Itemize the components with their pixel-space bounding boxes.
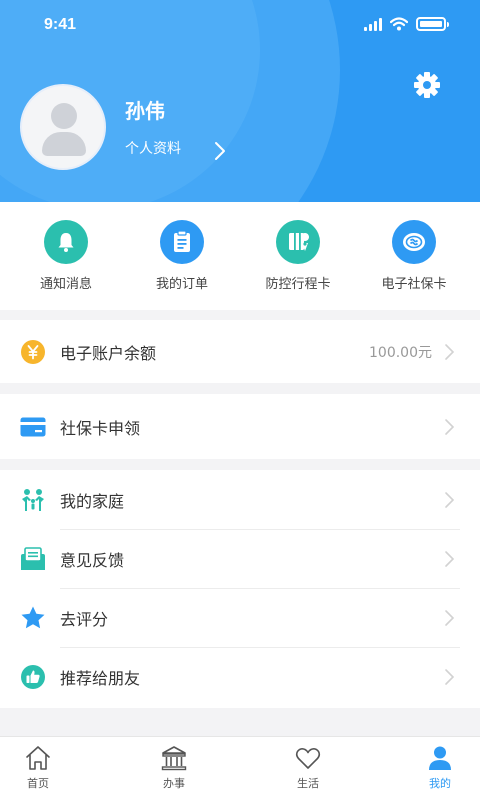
social-security-card-icon — [392, 220, 436, 264]
feedback-icon — [20, 546, 46, 572]
menu-card: 我的家庭 意见反馈 去评分 推荐给朋友 — [0, 470, 480, 708]
menu-item-label: 我的家庭 — [60, 491, 125, 511]
quick-action-label: 我的订单 — [155, 277, 208, 292]
tab-services[interactable]: 办事 — [134, 743, 214, 791]
chevron-right-icon — [445, 550, 455, 567]
chevron-right-icon — [445, 609, 455, 626]
home-icon — [0, 743, 78, 773]
gear-icon[interactable] — [412, 70, 442, 100]
status-time: 9:41 — [44, 16, 77, 33]
star-icon — [20, 605, 46, 631]
username: 孙伟 — [125, 99, 165, 123]
battery-icon — [416, 17, 449, 31]
menu-item-label: 意见反馈 — [60, 550, 125, 570]
tab-home[interactable]: 首页 — [0, 743, 78, 791]
avatar[interactable] — [20, 84, 106, 170]
tab-mine[interactable]: 我的 — [400, 743, 480, 791]
menu-item-family[interactable]: 我的家庭 — [0, 470, 480, 529]
bell-icon — [44, 220, 88, 264]
wifi-icon — [390, 17, 408, 31]
quick-action-social-security[interactable]: 电子社保卡 — [354, 220, 474, 292]
menu-item-label: 推荐给朋友 — [60, 668, 141, 688]
menu-item-feedback[interactable]: 意见反馈 — [0, 529, 480, 588]
status-icons — [364, 17, 449, 31]
chevron-right-icon — [445, 343, 455, 360]
government-building-icon — [134, 743, 214, 773]
chevron-right-icon — [445, 418, 455, 435]
menu-item-rate[interactable]: 去评分 — [0, 588, 480, 647]
travel-card-icon — [276, 220, 320, 264]
chevron-right-icon — [445, 491, 455, 508]
balance-value: 100.00元 — [369, 344, 432, 361]
order-list-icon — [160, 220, 204, 264]
menu-item-recommend[interactable]: 推荐给朋友 — [0, 647, 480, 706]
status-bar: 9:41 — [0, 0, 480, 52]
chevron-right-icon — [445, 668, 455, 685]
quick-action-label: 防控行程卡 — [265, 277, 331, 292]
quick-actions: 通知消息 我的订单 防控行程卡 电子社保卡 — [0, 202, 480, 310]
yuan-coin-icon — [20, 339, 46, 365]
apply-card: 社保卡申领 — [0, 394, 480, 459]
family-icon — [20, 487, 46, 513]
person-icon — [400, 743, 480, 773]
balance-label: 电子账户余额 — [60, 343, 157, 363]
menu-item-label: 去评分 — [60, 609, 109, 629]
balance-card: 电子账户余额 100.00元 — [0, 320, 480, 383]
quick-action-label: 通知消息 — [39, 277, 92, 292]
tab-label: 生活 — [297, 777, 319, 790]
quick-action-notifications[interactable]: 通知消息 — [6, 220, 126, 292]
quick-action-orders[interactable]: 我的订单 — [122, 220, 242, 292]
quick-action-label: 电子社保卡 — [381, 277, 447, 292]
cellular-signal-icon — [364, 17, 382, 31]
tab-label: 首页 — [27, 777, 49, 790]
tab-life[interactable]: 生活 — [268, 743, 348, 791]
card-icon — [20, 414, 46, 440]
profile-link[interactable]: 个人资料 — [125, 138, 181, 158]
chevron-right-icon[interactable] — [212, 140, 228, 162]
apply-label: 社保卡申领 — [60, 418, 141, 438]
tab-label: 我的 — [429, 777, 451, 790]
card-apply-row[interactable]: 社保卡申领 — [0, 394, 480, 459]
balance-row[interactable]: 电子账户余额 100.00元 — [0, 320, 480, 383]
thumbs-up-icon — [20, 664, 46, 690]
tab-label: 办事 — [163, 777, 185, 790]
quick-action-travel-card[interactable]: 防控行程卡 — [238, 220, 358, 292]
profile-header: 9:41 孙伟 个人资料 — [0, 0, 480, 202]
heart-icon — [268, 743, 348, 773]
bottom-tab-bar: 首页 办事 生活 我的 — [0, 736, 480, 800]
